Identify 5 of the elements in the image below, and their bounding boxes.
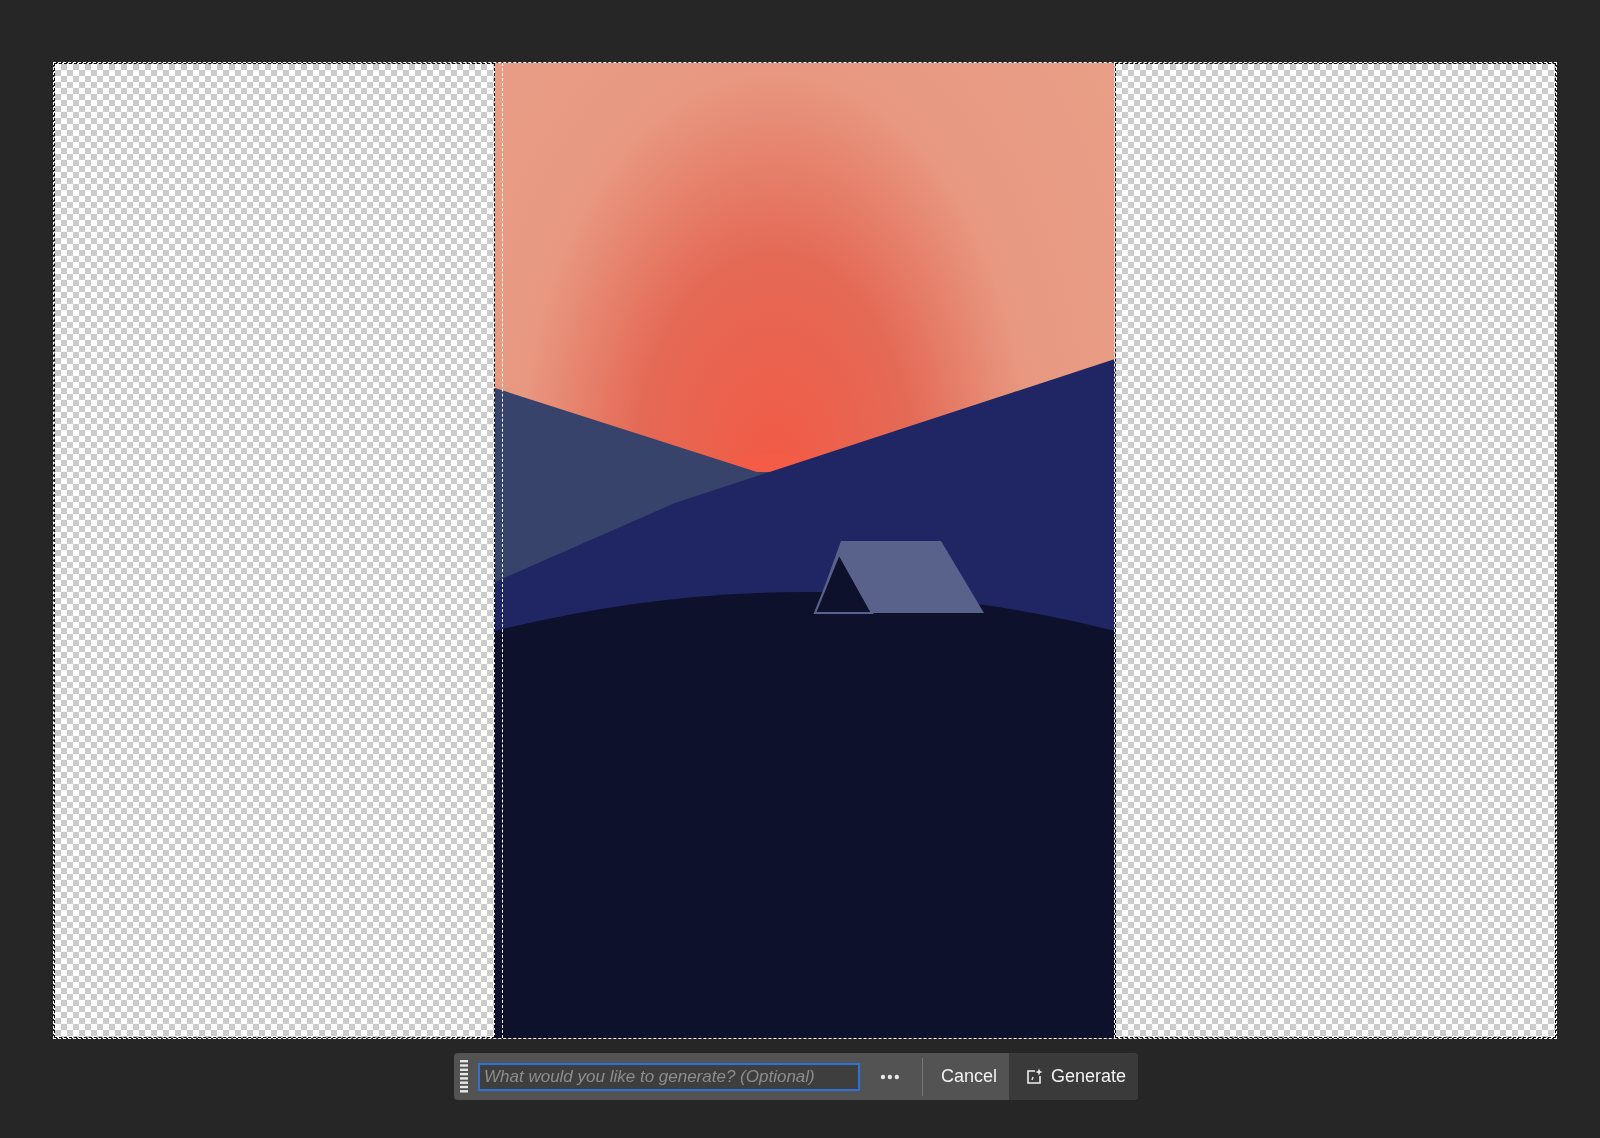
drag-handle-icon[interactable]	[460, 1059, 468, 1094]
sparkle-frame-icon	[1024, 1067, 1043, 1086]
prompt-field[interactable]: What would you like to generate? (Optional)	[478, 1062, 861, 1091]
more-options-icon[interactable]	[880, 1073, 900, 1080]
generate-button[interactable]: Generate	[1008, 1053, 1138, 1100]
